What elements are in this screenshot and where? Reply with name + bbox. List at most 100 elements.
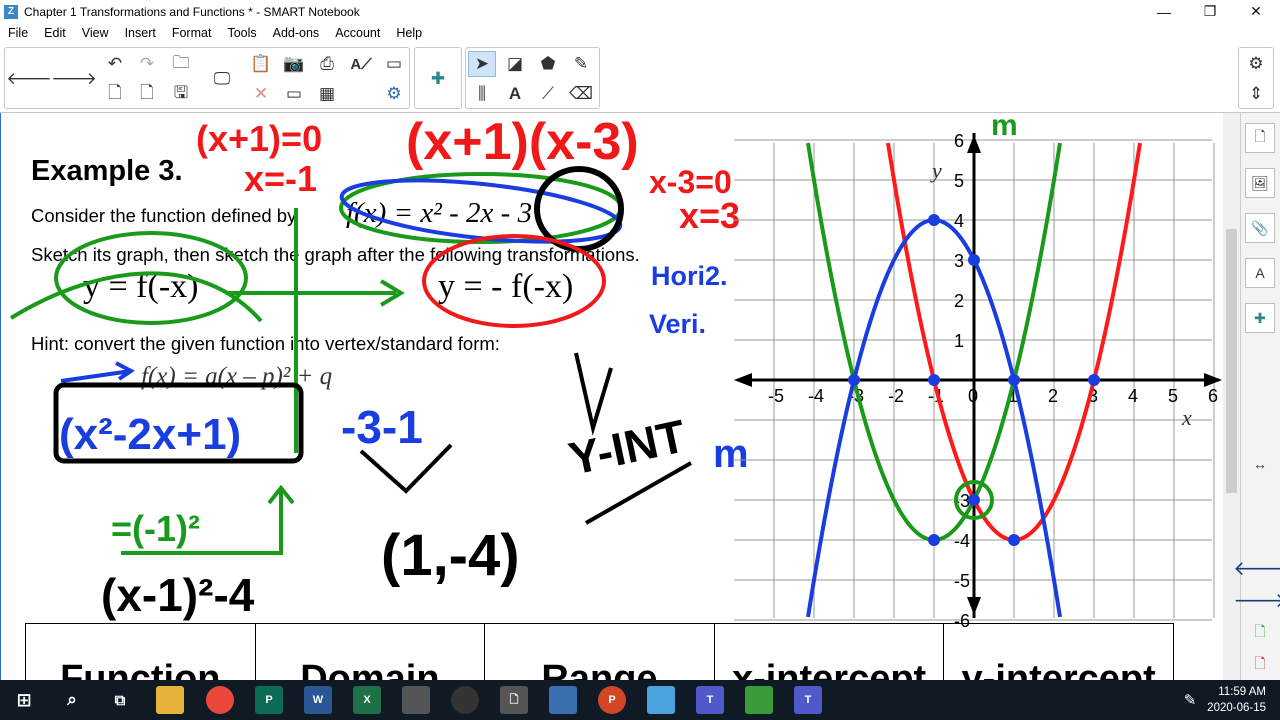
- table-header-x-intercept: x-intercept: [715, 624, 945, 680]
- open-file-icon[interactable]: 🗀: [167, 51, 195, 77]
- menu-help[interactable]: Help: [388, 26, 430, 40]
- text-tool-icon[interactable]: A: [501, 81, 529, 107]
- toolbar: 🡐 🡒 ↶ ↷ 🗀 🗋 🗋 🖫 🖵 📋 📷 ⎙ A⟋ ▭ ✕ ▭ ▦ ⚙ ✚ ➤…: [0, 43, 1280, 113]
- move-toolbar-icon[interactable]: ⇕: [1242, 81, 1270, 107]
- excel-icon[interactable]: X: [353, 686, 381, 714]
- x-tick-label: -2: [888, 386, 904, 406]
- ink-completing-square: (x²-2x+1): [59, 410, 241, 459]
- toolbar-group-main: 🡐 🡒 ↶ ↷ 🗀 🗋 🗋 🖫 🖵 📋 📷 ⎙ A⟋ ▭ ✕ ▭ ▦ ⚙: [4, 47, 410, 109]
- x-axis-label: x: [1181, 405, 1192, 430]
- table-header-function: Function: [26, 624, 256, 680]
- table-header-domain: Domain: [256, 624, 486, 680]
- menu-format[interactable]: Format: [164, 26, 220, 40]
- full-screen-icon[interactable]: ▭: [280, 81, 308, 107]
- smart-notebook-taskbar-icon[interactable]: 🗋: [500, 686, 528, 714]
- page-sorter-icon[interactable]: 🗋: [1245, 123, 1275, 153]
- task-view-icon[interactable]: ⧉: [106, 686, 134, 714]
- ink-vertex-point: (1,-4): [381, 523, 520, 588]
- file-explorer-icon[interactable]: [156, 686, 184, 714]
- menu-view[interactable]: View: [74, 26, 117, 40]
- search-icon[interactable]: ⌕: [58, 686, 86, 714]
- windows-taskbar: ⊞ ⌕ ⧉ P W X 🗋 P T T ✎ 11:59 AM 2020-06-1…: [0, 680, 1280, 720]
- previous-page-icon[interactable]: 🡐: [6, 66, 52, 92]
- menu-addons[interactable]: Add-ons: [265, 26, 328, 40]
- select-tool-icon[interactable]: ➤: [468, 51, 496, 77]
- key-point: [848, 374, 860, 386]
- measurement-tools-icon[interactable]: ⫼: [468, 81, 496, 107]
- magic-pen-icon[interactable]: ✎: [567, 51, 595, 77]
- ink-half-square: =(-1)²: [111, 508, 200, 549]
- toolbar-group-tools: ➤ ◪ ⬟ ✎ ⫼ A ⟋ ⌫: [465, 47, 600, 109]
- delete-page-icon[interactable]: 🗋: [133, 81, 161, 107]
- menu-edit[interactable]: Edit: [36, 26, 74, 40]
- minimize-button[interactable]: —: [1141, 0, 1187, 23]
- notebook-canvas[interactable]: Example 3. Consider the function defined…: [0, 113, 1240, 680]
- fill-tool-icon[interactable]: ⬟: [534, 51, 562, 77]
- menu-tools[interactable]: Tools: [219, 26, 264, 40]
- add-page-icon[interactable]: 🗋: [101, 81, 129, 107]
- app-icon-2[interactable]: [451, 686, 479, 714]
- chrome-icon[interactable]: [206, 686, 234, 714]
- teams-icon-2[interactable]: T: [794, 686, 822, 714]
- toolbar-group-settings: ⚙ ⇕: [1238, 47, 1274, 109]
- save-icon[interactable]: 🖫: [167, 81, 195, 107]
- close-button[interactable]: ✕: [1233, 0, 1279, 23]
- ink-vertex-form-result: (x-1)²-4: [101, 569, 255, 621]
- add-ons-icon[interactable]: ✚: [1245, 303, 1275, 333]
- attachments-icon[interactable]: 📎: [1245, 213, 1275, 243]
- eraser-icon[interactable]: ⌫: [567, 81, 595, 107]
- x-tick-label: -5: [768, 386, 784, 406]
- ink-factored-form: (x+1)(x-3): [406, 113, 639, 171]
- previous-page-side-icon[interactable]: 🡐: [1233, 553, 1280, 583]
- x-tick-label: 5: [1168, 386, 1178, 406]
- coordinate-graph: -5 -4 -3 -2 -1 0 1 2 3 4 5 6654321-3-4-5-6xy: [734, 133, 1222, 631]
- add-ons-puzzle-icon[interactable]: ✚: [424, 66, 452, 92]
- lines-tool-icon[interactable]: ⟋: [534, 81, 562, 107]
- properties-icon[interactable]: A: [1245, 258, 1275, 288]
- word-icon[interactable]: W: [304, 686, 332, 714]
- publisher-icon[interactable]: P: [255, 686, 283, 714]
- x-tick-label: 4: [1128, 386, 1138, 406]
- system-clock[interactable]: 11:59 AM 2020-06-15: [1207, 684, 1266, 716]
- delete-page-side-icon[interactable]: 🗋: [1245, 650, 1275, 680]
- table-icon[interactable]: ▦: [313, 81, 341, 107]
- next-page-icon[interactable]: 🡒: [51, 66, 97, 92]
- app-icon-1[interactable]: [402, 686, 430, 714]
- document-camera-icon[interactable]: ⎙: [313, 51, 341, 77]
- handwriting-recognition-icon[interactable]: A⟋: [347, 51, 375, 77]
- menu-insert[interactable]: Insert: [117, 26, 164, 40]
- screen-shade-icon[interactable]: ▭: [380, 51, 408, 77]
- shapes-tool-icon[interactable]: ◪: [501, 51, 529, 77]
- key-point: [928, 534, 940, 546]
- calculator-icon[interactable]: [549, 686, 577, 714]
- add-page-side-icon[interactable]: 🗋: [1245, 618, 1275, 648]
- x-tick-label: 6: [1208, 386, 1218, 406]
- app-icon-4[interactable]: [745, 686, 773, 714]
- redo-icon[interactable]: ↷: [133, 51, 161, 77]
- y-tick-label: 4: [954, 211, 964, 231]
- next-page-side-icon[interactable]: 🡒: [1233, 585, 1280, 615]
- menu-file[interactable]: File: [0, 26, 36, 40]
- powerpoint-icon[interactable]: P: [598, 686, 626, 714]
- key-point: [928, 374, 940, 386]
- response-icon[interactable]: ⚙: [380, 81, 408, 107]
- scrollbar-thumb[interactable]: [1226, 229, 1237, 493]
- display-screen-icon[interactable]: 🖵: [208, 66, 236, 92]
- windows-start-icon[interactable]: ⊞: [10, 686, 38, 714]
- gallery-icon[interactable]: 🖼: [1245, 168, 1275, 198]
- undo-icon[interactable]: ↶: [101, 51, 129, 77]
- settings-gear-icon[interactable]: ⚙: [1242, 51, 1270, 77]
- key-point: [1088, 374, 1100, 386]
- ink-horizontal-note: Hori2.: [651, 261, 728, 291]
- resize-panel-icon[interactable]: ↔: [1245, 449, 1275, 479]
- screen-capture-icon[interactable]: 📷: [280, 51, 308, 77]
- menu-account[interactable]: Account: [327, 26, 388, 40]
- app-icon-3[interactable]: [647, 686, 675, 714]
- pen-workspace-icon[interactable]: ✎: [1176, 686, 1204, 714]
- teams-icon[interactable]: T: [696, 686, 724, 714]
- maximize-button[interactable]: ❐: [1187, 0, 1233, 23]
- table-header-y-intercept: y-intercept: [961, 658, 1156, 680]
- delete-icon[interactable]: ✕: [247, 81, 275, 107]
- window-title: Chapter 1 Transformations and Functions …: [24, 4, 360, 19]
- paste-icon[interactable]: 📋: [247, 51, 275, 77]
